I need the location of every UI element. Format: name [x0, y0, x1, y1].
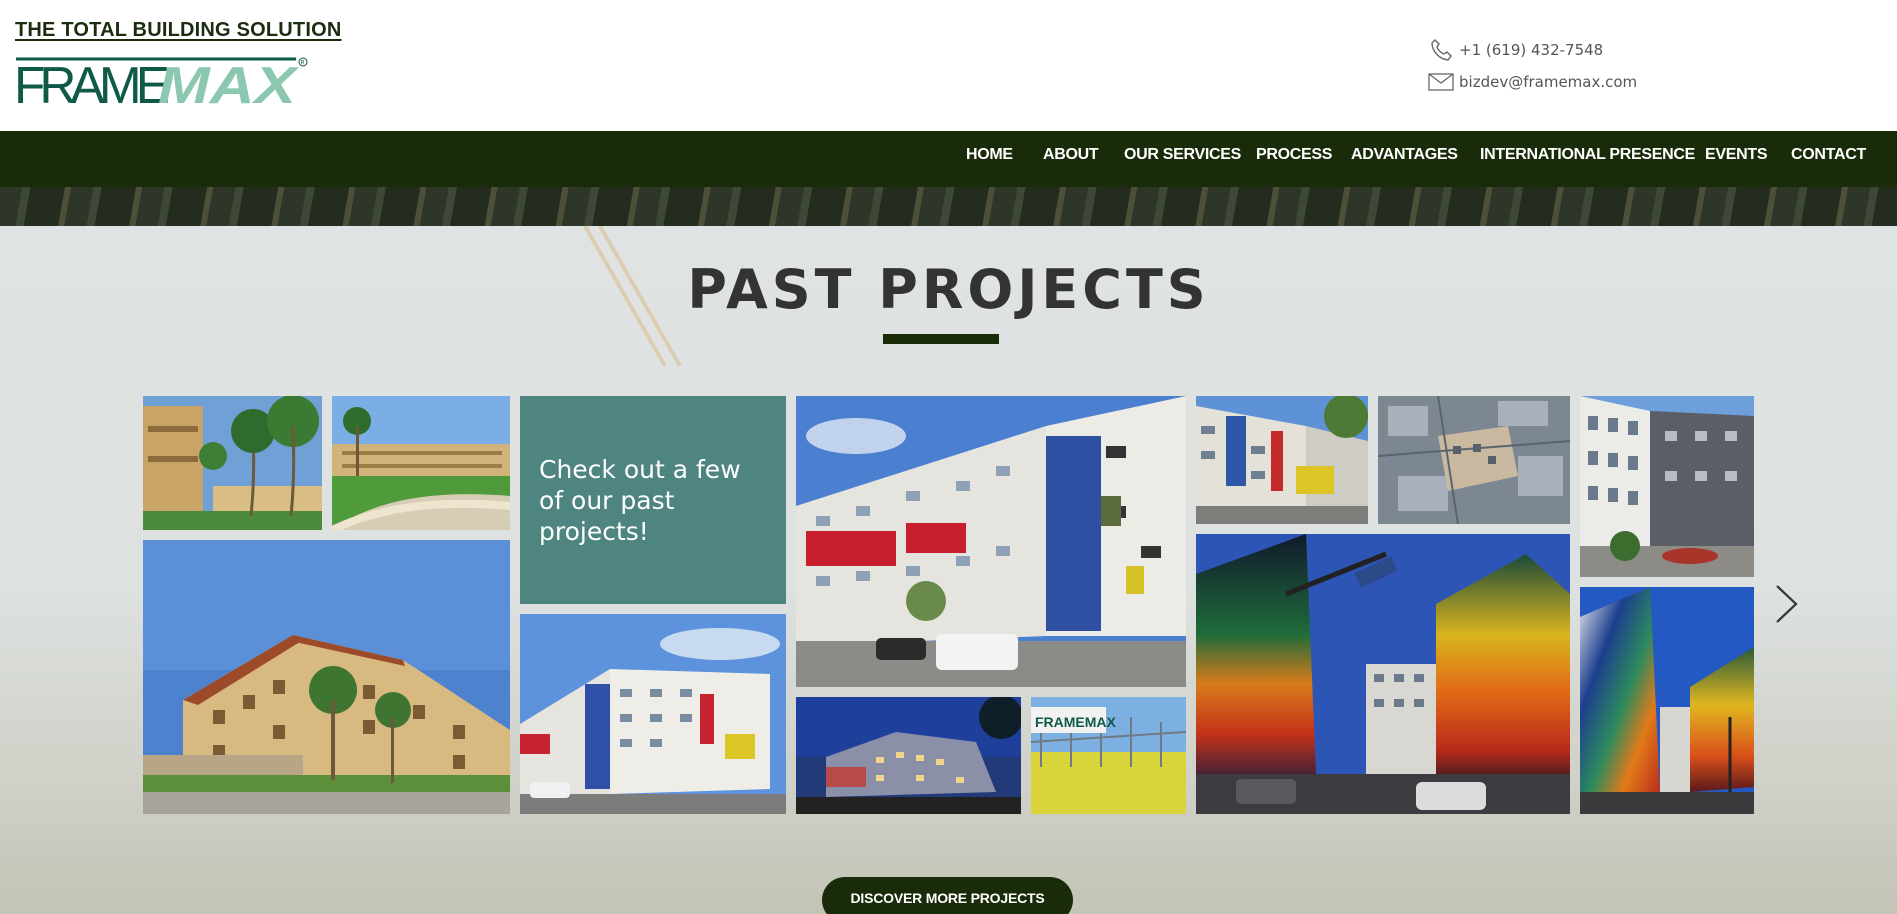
- section-title: PAST PROJECTS: [687, 258, 1210, 321]
- phone-icon: [1428, 38, 1454, 62]
- project-photo-tower-plaza[interactable]: [1580, 396, 1754, 577]
- project-photo-mediterranean-residences[interactable]: [143, 540, 510, 814]
- phone-contact[interactable]: +1 (619) 432-7548: [1428, 38, 1603, 62]
- envelope-icon: [1428, 70, 1454, 94]
- project-photo-mural-corner[interactable]: [1580, 587, 1754, 814]
- nav-home[interactable]: HOME: [966, 146, 1013, 164]
- site-header: THE TOTAL BUILDING SOLUTION FRAME MAX R …: [0, 0, 1897, 131]
- project-photo-resort-lawn[interactable]: [332, 396, 510, 530]
- discover-more-projects-button[interactable]: DISCOVER MORE PROJECTS: [822, 877, 1073, 914]
- logo-max-text: MAX: [158, 57, 300, 106]
- project-photo-corner-building[interactable]: [1196, 396, 1368, 524]
- nav-events[interactable]: EVENTS: [1705, 146, 1768, 164]
- nav-contact[interactable]: CONTACT: [1791, 146, 1866, 164]
- project-photo-aerial-site[interactable]: [1378, 396, 1570, 524]
- project-photo-framemax-construction[interactable]: FRAMEMAX: [1031, 697, 1186, 814]
- project-photo-modern-mixed-use[interactable]: [520, 614, 786, 814]
- framemax-logo[interactable]: FRAME MAX R: [14, 56, 310, 106]
- main-nav: HOME ABOUT OUR SERVICES PROCESS ADVANTAG…: [0, 131, 1897, 187]
- project-photo-mural-towers[interactable]: [1196, 534, 1570, 814]
- project-photo-dusk-rendering[interactable]: [796, 697, 1021, 814]
- promo-text: Check out a few of our past projects!: [539, 454, 741, 546]
- phone-number: +1 (619) 432-7548: [1459, 41, 1604, 59]
- hero-image-strip: [0, 187, 1897, 226]
- email-address: bizdev@framemax.com: [1459, 73, 1638, 91]
- logo-frame-text: FRAME: [14, 57, 168, 106]
- tagline: THE TOTAL BUILDING SOLUTION: [15, 19, 342, 41]
- title-underline: [883, 334, 999, 344]
- nav-about[interactable]: ABOUT: [1043, 146, 1099, 164]
- nav-our-services[interactable]: OUR SERVICES: [1124, 146, 1241, 164]
- sign-framemax-text: FRAMEMAX: [1035, 714, 1117, 730]
- email-contact[interactable]: bizdev@framemax.com: [1428, 70, 1637, 94]
- project-photo-colorful-apartments[interactable]: [796, 396, 1186, 687]
- nav-advantages[interactable]: ADVANTAGES: [1351, 146, 1458, 164]
- nav-international-presence[interactable]: INTERNATIONAL PRESENCE: [1480, 146, 1695, 164]
- promo-card: Check out a few of our past projects!: [520, 396, 786, 604]
- project-photo-palm-courtyard[interactable]: [143, 396, 322, 530]
- chevron-right-icon[interactable]: [1774, 583, 1800, 625]
- nav-process[interactable]: PROCESS: [1256, 146, 1332, 164]
- svg-text:R: R: [301, 60, 305, 67]
